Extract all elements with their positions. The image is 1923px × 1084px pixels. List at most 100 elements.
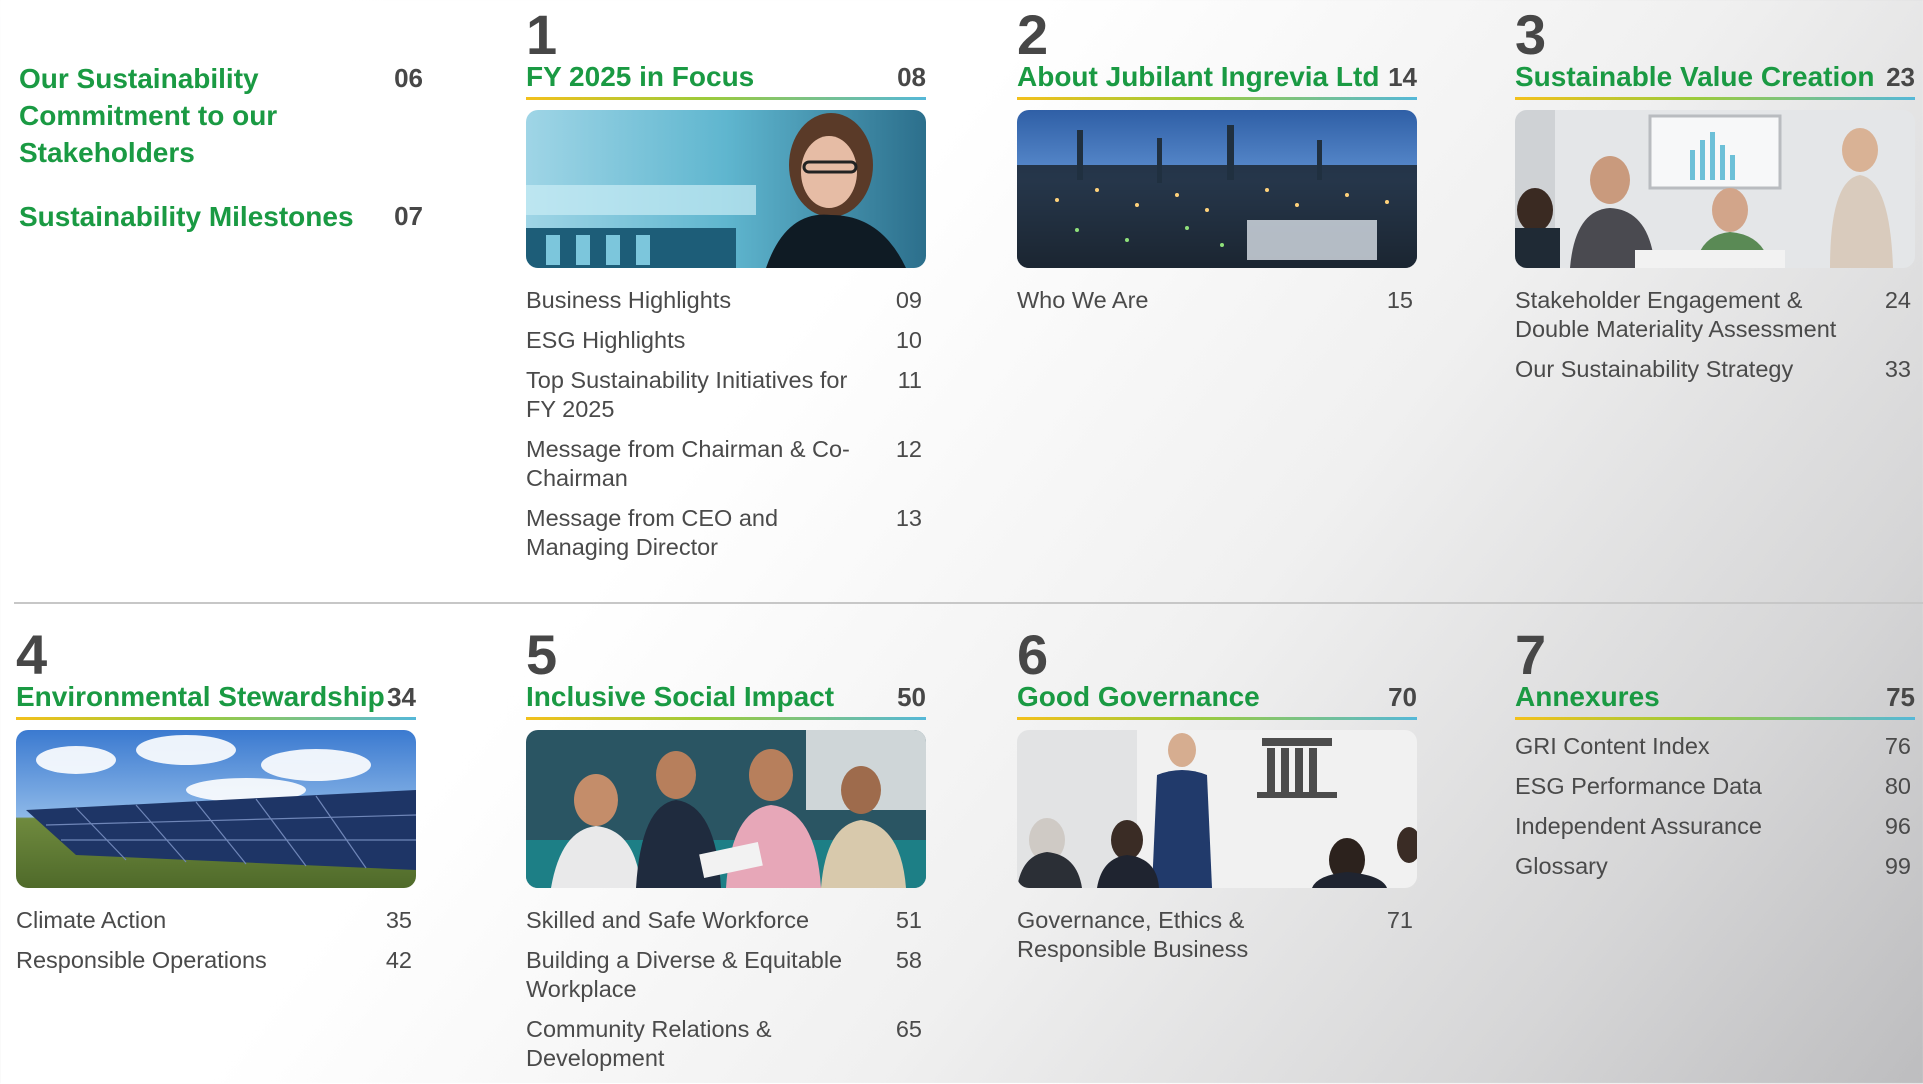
toc-entry-commitment[interactable]: Our Sustainability Commitment to our Sta… bbox=[19, 60, 423, 171]
toc-item[interactable]: Message from Chairman & Co-Chairman 12 bbox=[526, 435, 926, 493]
item-label: Climate Action bbox=[16, 907, 167, 933]
team-collaboration-photo bbox=[526, 730, 926, 888]
section-number: 7 bbox=[1515, 623, 1547, 686]
section-items: Business Highlights 09 ESG Highlights 10 T… bbox=[526, 286, 926, 562]
toc-item[interactable]: Our Sustainability Strategy 33 bbox=[1515, 355, 1915, 384]
item-label: Building a Diverse & Equitable Workplace bbox=[526, 947, 843, 1002]
solar-panels-photo bbox=[16, 730, 416, 888]
entry-title: Sustainability Milestones bbox=[19, 201, 354, 232]
item-page: 80 bbox=[1884, 773, 1911, 799]
item-page: 71 bbox=[1386, 907, 1413, 933]
section-number: 1 bbox=[526, 3, 558, 66]
section-1: 1 FY 2025 in Focus 08 Business Highlight… bbox=[526, 3, 926, 573]
section-number: 2 bbox=[1017, 3, 1049, 66]
item-page: 58 bbox=[895, 947, 922, 973]
section-title: Sustainable Value Creation bbox=[1515, 61, 1875, 92]
section-number: 4 bbox=[16, 623, 48, 686]
section-items: Skilled and Safe Workforce 51 Building a … bbox=[526, 906, 926, 1073]
section-page: 08 bbox=[897, 62, 926, 92]
section-page: 34 bbox=[387, 682, 416, 712]
section-number: 3 bbox=[1515, 3, 1547, 66]
item-label: ESG Performance Data bbox=[1515, 773, 1762, 799]
item-label: Message from Chairman & Co-Chairman bbox=[526, 436, 850, 491]
toc-item[interactable]: Stakeholder Engagement & Double Material… bbox=[1515, 286, 1915, 344]
intro-links: Our Sustainability Commitment to our Sta… bbox=[19, 60, 423, 235]
section-header[interactable]: About Jubilant Ingrevia Ltd 14 bbox=[1017, 60, 1417, 100]
section-header[interactable]: FY 2025 in Focus 08 bbox=[526, 60, 926, 100]
toc-item[interactable]: Responsible Operations 42 bbox=[16, 946, 416, 975]
item-page: 35 bbox=[385, 907, 412, 933]
toc-item[interactable]: Building a Diverse & Equitable Workplace… bbox=[526, 946, 926, 1004]
toc-item[interactable]: ESG Highlights 10 bbox=[526, 326, 926, 355]
item-page: 10 bbox=[895, 327, 922, 353]
item-page: 15 bbox=[1386, 287, 1413, 313]
item-label: Glossary bbox=[1515, 853, 1608, 879]
section-number: 6 bbox=[1017, 623, 1049, 686]
industrial-plant-night-photo bbox=[1017, 110, 1417, 268]
section-title: Good Governance bbox=[1017, 681, 1260, 712]
toc-item[interactable]: Skilled and Safe Workforce 51 bbox=[526, 906, 926, 935]
section-items: Stakeholder Engagement & Double Material… bbox=[1515, 286, 1915, 384]
entry-page: 06 bbox=[394, 63, 423, 93]
section-page: 75 bbox=[1886, 682, 1915, 712]
section-title: About Jubilant Ingrevia Ltd bbox=[1017, 61, 1380, 92]
toc-item[interactable]: Independent Assurance 96 bbox=[1515, 812, 1915, 841]
section-items: GRI Content Index 76 ESG Performance Data… bbox=[1515, 732, 1915, 881]
item-page: 09 bbox=[895, 287, 922, 313]
section-page: 70 bbox=[1388, 682, 1417, 712]
section-header[interactable]: Annexures 75 bbox=[1515, 680, 1915, 720]
section-page: 50 bbox=[897, 682, 926, 712]
section-6: 6 Good Governance 70 Governance, Ethics … bbox=[1017, 623, 1417, 975]
section-3: 3 Sustainable Value Creation 23 Stakehol… bbox=[1515, 3, 1915, 395]
section-2: 2 About Jubilant Ingrevia Ltd 14 Who We … bbox=[1017, 3, 1417, 326]
item-page: 12 bbox=[895, 436, 922, 462]
item-label: Our Sustainability Strategy bbox=[1515, 356, 1794, 382]
item-label: Message from CEO and Managing Director bbox=[526, 505, 779, 560]
toc-item[interactable]: Message from CEO and Managing Director 13 bbox=[526, 504, 926, 562]
section-header[interactable]: Sustainable Value Creation 23 bbox=[1515, 60, 1915, 100]
item-label: Responsible Operations bbox=[16, 947, 267, 973]
toc-item[interactable]: Business Highlights 09 bbox=[526, 286, 926, 315]
item-page: 76 bbox=[1884, 733, 1911, 759]
toc-item[interactable]: Community Relations & Development 65 bbox=[526, 1015, 926, 1073]
item-label: Independent Assurance bbox=[1515, 813, 1762, 839]
section-header[interactable]: Inclusive Social Impact 50 bbox=[526, 680, 926, 720]
entry-page: 07 bbox=[394, 201, 423, 231]
toc-entry-milestones[interactable]: Sustainability Milestones 07 bbox=[19, 198, 423, 235]
meeting-room-photo bbox=[1515, 110, 1915, 268]
toc-item[interactable]: Who We Are 15 bbox=[1017, 286, 1417, 315]
entry-title: Our Sustainability Commitment to our Sta… bbox=[19, 63, 278, 168]
item-label: Who We Are bbox=[1017, 287, 1149, 313]
toc-item[interactable]: ESG Performance Data 80 bbox=[1515, 772, 1915, 801]
item-page: 42 bbox=[385, 947, 412, 973]
toc-item[interactable]: Glossary 99 bbox=[1515, 852, 1915, 881]
item-page: 33 bbox=[1884, 356, 1911, 382]
section-5: 5 Inclusive Social Impact 50 Skilled and… bbox=[526, 627, 926, 1084]
item-label: Business Highlights bbox=[526, 287, 732, 313]
section-page: 23 bbox=[1886, 62, 1915, 92]
toc-item[interactable]: GRI Content Index 76 bbox=[1515, 732, 1915, 761]
section-items: Who We Are 15 bbox=[1017, 286, 1417, 315]
item-label: Top Sustainability Initiatives for FY 20… bbox=[526, 367, 848, 422]
toc-item[interactable]: Governance, Ethics & Responsible Busines… bbox=[1017, 906, 1417, 964]
section-items: Governance, Ethics & Responsible Busines… bbox=[1017, 906, 1417, 964]
toc-item[interactable]: Top Sustainability Initiatives for FY 20… bbox=[526, 366, 926, 424]
item-label: Skilled and Safe Workforce bbox=[526, 907, 810, 933]
toc-item[interactable]: Climate Action 35 bbox=[16, 906, 416, 935]
woman-at-desk-photo bbox=[526, 110, 926, 268]
item-label: Community Relations & Development bbox=[526, 1016, 772, 1071]
section-header[interactable]: Environmental Stewardship 34 bbox=[16, 680, 416, 720]
item-page: 51 bbox=[895, 907, 922, 933]
item-label: Stakeholder Engagement & Double Material… bbox=[1515, 287, 1837, 342]
item-page: 24 bbox=[1884, 287, 1911, 313]
item-page: 13 bbox=[895, 505, 922, 531]
section-title: Inclusive Social Impact bbox=[526, 681, 835, 712]
item-label: GRI Content Index bbox=[1515, 733, 1710, 759]
boardroom-presentation-photo bbox=[1017, 730, 1417, 888]
section-title: FY 2025 in Focus bbox=[526, 61, 755, 92]
section-4: 4 Environmental Stewardship 34 Climate A… bbox=[16, 623, 416, 986]
section-header[interactable]: Good Governance 70 bbox=[1017, 680, 1417, 720]
item-page: 65 bbox=[895, 1016, 922, 1042]
row-divider bbox=[14, 602, 1923, 604]
section-items: Climate Action 35 Responsible Operations 4… bbox=[16, 906, 416, 975]
